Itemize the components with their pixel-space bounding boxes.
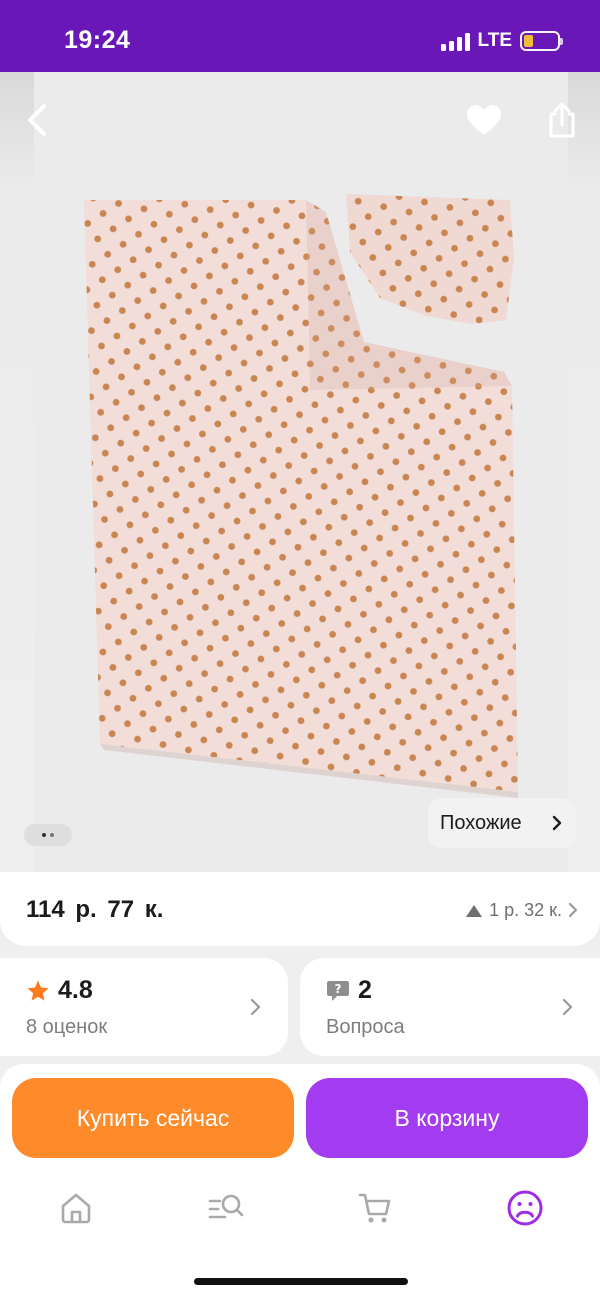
question-bubble-icon: ? <box>327 980 349 1001</box>
tab-profile[interactable] <box>505 1188 545 1228</box>
similar-products-button[interactable]: Похожие <box>428 798 576 848</box>
share-icon <box>549 102 575 138</box>
questions-value-row: ? 2 <box>326 976 372 1005</box>
bottom-panel: Купить сейчас В корзину <box>0 1064 600 1297</box>
product-price: 114 р. 77 к. <box>26 896 164 923</box>
price-change: 1 р. 32 к. <box>465 900 562 921</box>
tab-home[interactable] <box>56 1188 96 1228</box>
heart-icon <box>467 105 501 135</box>
image-page-indicator <box>24 824 72 846</box>
cart-icon <box>358 1193 391 1223</box>
similar-label: Похожие <box>440 811 522 834</box>
rating-value-row: 4.8 <box>26 976 93 1005</box>
add-to-cart-button[interactable]: В корзину <box>306 1078 588 1158</box>
battery-icon <box>520 31 563 51</box>
chevron-right-icon <box>250 998 261 1016</box>
favorite-button[interactable] <box>462 98 506 142</box>
tab-catalog[interactable] <box>206 1188 246 1228</box>
price-change-value: 1 р. 32 к. <box>489 900 562 920</box>
status-indicators: LTE <box>440 28 563 54</box>
product-photo-card: Похожие 114 р. 77 к. 1 р. 32 к. <box>0 72 600 946</box>
tab-cart[interactable] <box>355 1188 395 1228</box>
chevron-right-icon <box>568 902 578 918</box>
bedding-illustration <box>84 194 518 798</box>
status-time: 19:24 <box>64 26 131 54</box>
questions-value: 2 <box>358 976 372 1004</box>
rating-count: 8 оценок <box>26 1016 108 1038</box>
chevron-left-icon <box>28 104 46 136</box>
chevron-right-icon <box>552 815 562 831</box>
share-button[interactable] <box>540 98 584 142</box>
status-bar: 19:24 LTE <box>0 0 600 72</box>
back-button[interactable] <box>16 98 60 142</box>
home-icon <box>61 1193 91 1224</box>
buy-now-button[interactable]: Купить сейчас <box>12 1078 294 1158</box>
chevron-right-icon <box>562 998 573 1016</box>
triangle-up-icon <box>466 904 483 917</box>
signal-icon <box>440 31 470 51</box>
questions-card[interactable]: ? 2 Вопроса <box>300 958 600 1056</box>
product-image <box>34 72 568 872</box>
page-dot-active <box>42 833 46 837</box>
svg-text:?: ? <box>335 982 342 996</box>
questions-label: Вопроса <box>326 1016 405 1038</box>
catalog-search-icon <box>208 1194 244 1219</box>
page-dot <box>50 833 54 837</box>
star-icon <box>27 980 49 1001</box>
rating-value: 4.8 <box>58 976 93 1004</box>
price-row[interactable]: 114 р. 77 к. 1 р. 32 к. <box>0 872 600 946</box>
network-label: LTE <box>477 30 512 51</box>
profile-icon <box>507 1190 543 1226</box>
product-image-gallery[interactable] <box>0 72 600 872</box>
rating-card[interactable]: 4.8 8 оценок <box>0 958 288 1056</box>
home-indicator <box>194 1278 408 1285</box>
